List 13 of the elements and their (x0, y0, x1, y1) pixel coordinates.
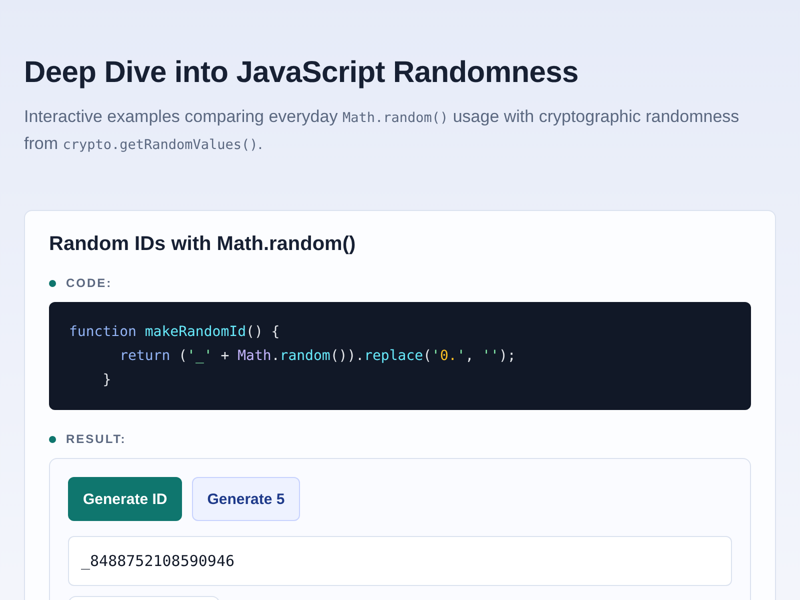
card-title: Random IDs with Math.random() (49, 233, 357, 256)
code-line: return ('_' + Math.random()).replace('0.', ''); (118, 347, 517, 366)
section-label: CODE: (66, 276, 112, 290)
code-line: } (102, 371, 112, 390)
page-subtitle: Interactive examples comparing everyday Math.random() usage with cryptographic randomness from crypto.getRandomValues(). (24, 106, 740, 155)
generate-button[interactable]: Generate ID (68, 477, 182, 521)
page-title: Deep Dive into JavaScript Randomness (24, 56, 580, 90)
dot-icon (49, 436, 56, 442)
dot-icon (49, 280, 56, 286)
code-line: function makeRandomId() { (69, 323, 281, 342)
output-field[interactable]: _8488752108590946 (68, 536, 732, 586)
section-label: RESULT: (66, 432, 126, 446)
generate-button[interactable]: Generate 5 (192, 477, 300, 521)
